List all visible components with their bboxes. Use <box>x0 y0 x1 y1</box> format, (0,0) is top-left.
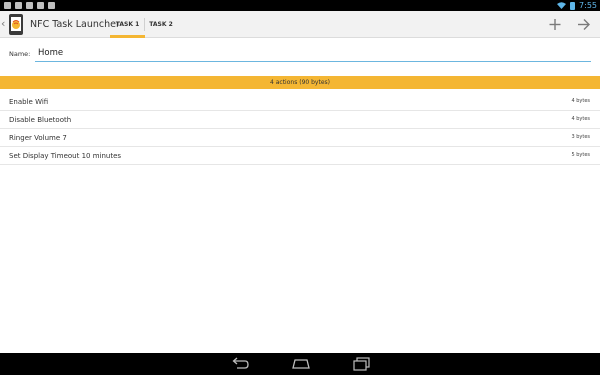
summary-text: 4 actions (90 bytes) <box>270 79 330 86</box>
action-size: 3 bytes <box>571 134 590 140</box>
add-icon <box>549 19 561 30</box>
name-input[interactable] <box>35 45 591 62</box>
wifi-icon <box>557 2 567 9</box>
recent-apps-icon <box>353 357 370 371</box>
action-name: Enable Wifi <box>9 98 49 106</box>
name-row: Name: <box>0 45 600 65</box>
app-icon[interactable] <box>8 13 24 36</box>
next-button[interactable] <box>574 11 594 38</box>
action-bar: ‹ NFC Task Launcher TASK 1 TASK 2 <box>0 11 600 38</box>
clock: 7:55 <box>579 1 597 10</box>
app-title: NFC Task Launcher <box>30 19 120 30</box>
home-button[interactable] <box>289 356 313 372</box>
action-row-enable-wifi[interactable]: Enable Wifi 4 bytes <box>0 93 600 111</box>
keyboard-icon <box>48 2 55 9</box>
back-arrow-icon <box>232 357 249 369</box>
navigation-bar <box>0 353 600 375</box>
arrow-right-icon <box>578 19 590 30</box>
tab-selected-indicator <box>110 35 145 38</box>
status-bar: 7:55 <box>0 0 600 11</box>
tab-task-2[interactable]: TASK 2 <box>145 11 177 38</box>
action-row-ringer-volume[interactable]: Ringer Volume 7 3 bytes <box>0 129 600 147</box>
tab-task-1[interactable]: TASK 1 <box>110 11 145 38</box>
play-icon <box>37 2 44 9</box>
action-size: 5 bytes <box>571 152 590 158</box>
play-icon <box>15 2 22 9</box>
play-icon <box>26 2 33 9</box>
summary-bar: 4 actions (90 bytes) <box>0 76 600 89</box>
home-icon <box>292 359 310 369</box>
back-button[interactable] <box>228 356 252 372</box>
tab-label: TASK 2 <box>149 21 173 28</box>
action-row-display-timeout[interactable]: Set Display Timeout 10 minutes 5 bytes <box>0 147 600 165</box>
action-size: 4 bytes <box>571 116 590 122</box>
action-name: Ringer Volume 7 <box>9 134 67 142</box>
action-row-disable-bluetooth[interactable]: Disable Bluetooth 4 bytes <box>0 111 600 129</box>
action-list: Enable Wifi 4 bytes Disable Bluetooth 4 … <box>0 93 600 165</box>
recent-apps-button[interactable] <box>350 356 374 372</box>
action-name: Disable Bluetooth <box>9 116 72 124</box>
add-button[interactable] <box>545 11 565 38</box>
notification-icons <box>4 2 55 9</box>
action-size: 4 bytes <box>571 98 590 104</box>
action-name: Set Display Timeout 10 minutes <box>9 152 122 160</box>
status-indicators: 7:55 <box>557 0 597 11</box>
up-chevron-icon[interactable]: ‹ <box>1 18 5 30</box>
play-icon <box>4 2 11 9</box>
battery-icon <box>570 1 576 10</box>
name-label: Name: <box>9 50 31 58</box>
tab-label: TASK 1 <box>115 21 140 28</box>
